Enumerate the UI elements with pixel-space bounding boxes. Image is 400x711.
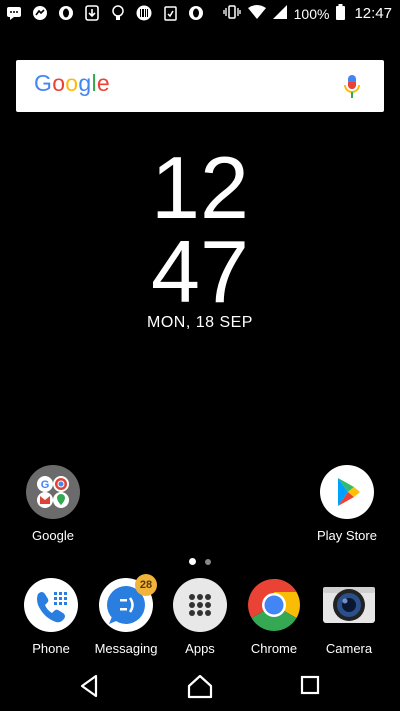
- phone-icon: [24, 578, 78, 632]
- message-icon: [6, 5, 22, 21]
- barcode-icon: [136, 5, 152, 21]
- apps-drawer[interactable]: Apps: [160, 578, 240, 656]
- clock-hour[interactable]: 12: [0, 144, 400, 232]
- camera-icon: [322, 578, 376, 632]
- play-store-label: Play Store: [317, 528, 377, 543]
- system-status: 100% 12:47: [222, 4, 392, 23]
- clock-minute[interactable]: 47: [0, 228, 400, 316]
- apps-label: Apps: [185, 641, 215, 656]
- phone-app[interactable]: Phone: [11, 578, 91, 656]
- google-logo-letter: e: [96, 70, 110, 96]
- navigation-bar: [0, 660, 400, 711]
- home-icon[interactable]: [185, 672, 215, 700]
- opera-icon: [58, 5, 74, 21]
- messenger-icon: [32, 5, 48, 21]
- lightbulb-icon: [110, 5, 126, 21]
- wifi-icon: [247, 5, 266, 22]
- google-logo-letter: g: [78, 70, 92, 96]
- back-icon[interactable]: [75, 672, 105, 700]
- battery-percent: 100%: [293, 5, 330, 22]
- svg-text:G: G: [41, 479, 50, 491]
- google-folder[interactable]: G Google: [13, 465, 93, 543]
- download-app-icon: [84, 5, 100, 21]
- messaging-app[interactable]: 28 Messaging: [86, 574, 166, 656]
- page-indicator: [0, 558, 400, 565]
- microphone-icon[interactable]: [342, 74, 362, 100]
- camera-label: Camera: [325, 641, 373, 656]
- page-dot-active: [189, 558, 196, 565]
- vibrate-icon: [222, 4, 241, 23]
- google-logo-letter: G: [34, 70, 53, 96]
- recents-icon[interactable]: [296, 672, 326, 700]
- notification-icons: [6, 5, 204, 21]
- signal-icon: [272, 5, 287, 22]
- camera-app[interactable]: Camera: [309, 578, 389, 656]
- chrome-icon: [247, 578, 301, 632]
- status-bar[interactable]: 100% 12:47: [0, 0, 400, 28]
- google-folder-icon: G: [26, 465, 80, 519]
- status-time: 12:47: [354, 5, 392, 22]
- messaging-badge: 28: [135, 574, 157, 596]
- page-dot: [205, 559, 211, 565]
- play-store-app[interactable]: Play Store: [307, 465, 387, 543]
- clipboard-check-icon: [162, 5, 178, 21]
- google-logo: Google: [34, 70, 110, 97]
- clock-date: MON, 18 SEP: [147, 314, 253, 331]
- chrome-label: Chrome: [250, 641, 298, 656]
- google-search-bar[interactable]: Google: [16, 60, 384, 112]
- chrome-app[interactable]: Chrome: [234, 578, 314, 656]
- google-folder-label: Google: [32, 528, 74, 543]
- messaging-label: Messaging: [94, 641, 158, 656]
- battery-icon: [336, 4, 346, 23]
- messaging-icon: 28: [99, 574, 157, 632]
- play-store-icon: [320, 465, 374, 519]
- phone-label: Phone: [32, 641, 70, 656]
- google-logo-letter: o: [52, 70, 66, 96]
- app-drawer-icon: [173, 578, 227, 632]
- google-logo-letter: o: [65, 70, 79, 96]
- opera-icon: [188, 5, 204, 21]
